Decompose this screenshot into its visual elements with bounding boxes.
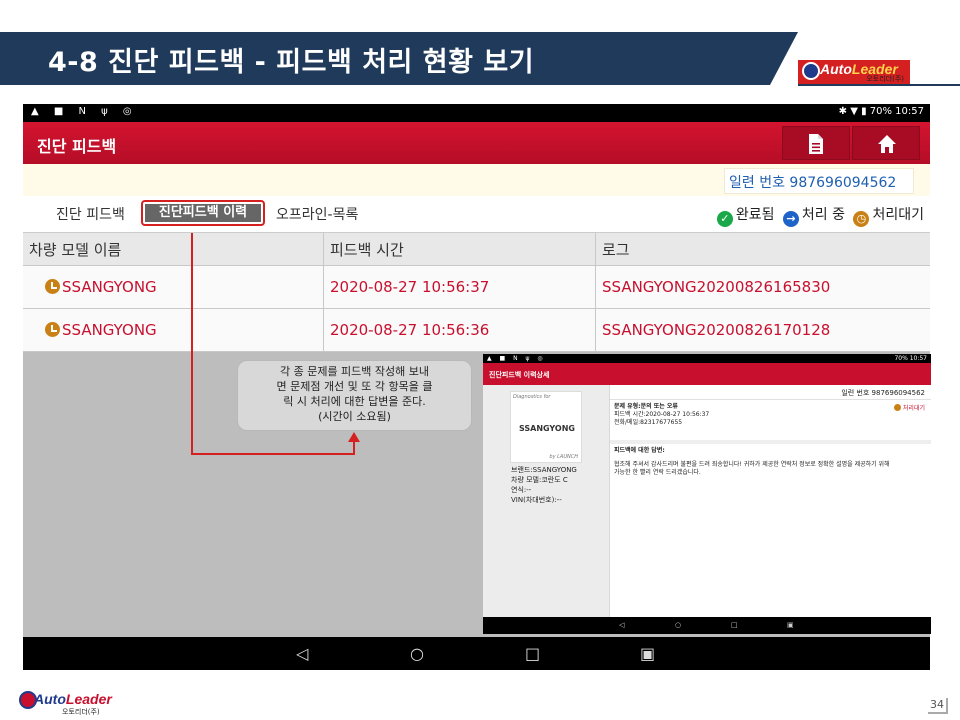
arrow-right-icon: →: [782, 211, 799, 227]
callout-line: (시간이 소요됨): [318, 410, 391, 423]
detail-content: 일련 번호 987696094562 문제 유형:문의 또는 오류 피드백 시간…: [610, 385, 931, 617]
table-row[interactable]: SSANGYONG 2020-08-27 10:56:36 SSANGYONG2…: [23, 309, 930, 352]
back-icon[interactable]: ◁: [296, 644, 308, 663]
clock-icon: [893, 404, 901, 411]
cell-time: 2020-08-27 10:56:36: [324, 309, 596, 351]
status-legend: ✓ 완료됨 → 처리 중 ◷ 처리대기: [713, 204, 924, 227]
clock-icon: [45, 322, 60, 337]
screenshot-icon[interactable]: ▣: [640, 644, 655, 663]
status-icons-left: ▲ ■ N ψ ◎: [31, 106, 138, 117]
detail-battery-time: 70% 10:57: [894, 355, 927, 362]
nav-bar: ◁ ○ □ ▣: [23, 637, 930, 670]
detail-app-bar: 진단피드백 이력상세: [483, 363, 931, 385]
card-diagnostics-label: Diagnostics for: [513, 394, 551, 400]
clock-icon: [45, 279, 60, 294]
logo-subtitle: 오토리더(주): [866, 75, 904, 83]
vehicle-info-line: 브랜드:SSANGYONG: [511, 466, 577, 474]
tab-bar: 진단 피드백 진단피드백 이력 오프라인-목록 ✓ 완료됨 → 처리 중 ◷ 처리대기: [23, 196, 930, 232]
legend-waiting: 처리대기: [872, 207, 924, 223]
tab-offline-list[interactable]: 오프라인-목록: [276, 204, 358, 224]
detail-title: 진단피드백 이력상세: [489, 371, 550, 379]
serial-bar: 일련 번호 987696094562: [23, 164, 930, 196]
detail-vehicle-panel: Diagnostics for SSANGYONG by LAUNCH 브랜드:…: [483, 385, 610, 617]
detail-status-icons: ▲ ■ N ψ ◎: [487, 355, 546, 362]
document-icon: [809, 134, 823, 154]
cell-log: SSANGYONG20200826165830: [602, 278, 831, 296]
cell-log: SSANGYONG20200826170128: [602, 321, 831, 339]
vehicle-info-line: VIN(차대번호):--: [511, 496, 562, 504]
card-by-launch: by LAUNCH: [549, 454, 578, 460]
reply-section: 피드백에 대한 답변: 협조해 주셔서 감사드리며 불편을 드려 죄송합니다! …: [614, 447, 890, 477]
slide-title: 4-8 진단 피드백 - 피드백 처리 현황 보기: [48, 47, 535, 78]
home-nav-icon: ○: [675, 621, 682, 629]
back-icon: ◁: [619, 621, 625, 629]
app-bar: 진단 피드백: [23, 122, 930, 164]
serial-number: 일련 번호 987696094562: [729, 175, 897, 191]
report-button[interactable]: [782, 126, 850, 160]
vehicle-info: 브랜드:SSANGYONG 차량 모델:코란도 C 연식:-- VIN(차대번호…: [511, 465, 577, 505]
reply-text: 협조해 주셔서 감사드리며 불편을 드려 죄송합니다! 귀하가 제공한 연락처 …: [614, 461, 890, 468]
divider: [610, 440, 931, 444]
feedback-table: 차량 모델 이름 피드백 시간 로그 SSANGYONG 2020-08-27 …: [23, 232, 930, 352]
explanation-callout: 각 종 문제를 피드백 작성해 보내 면 문제점 개선 및 또 각 항목을 클 …: [237, 360, 472, 431]
home-nav-icon[interactable]: ○: [410, 644, 424, 663]
reply-title: 피드백에 대한 답변:: [614, 447, 665, 454]
bluetooth-wifi-icons: ✱ ▼ ▮: [838, 106, 870, 117]
battery-time: 70% 10:57: [869, 106, 924, 117]
title-banner-tail: [770, 32, 798, 85]
tab-feedback-history[interactable]: 진단피드백 이력: [141, 200, 265, 226]
home-icon: [878, 135, 896, 153]
cell-model: SSANGYONG: [23, 309, 324, 351]
tab-feedback-history-label: 진단피드백 이력: [145, 204, 261, 222]
detail-status-bar: ▲ ■ N ψ ◎ 70% 10:57: [483, 354, 931, 363]
reply-text: 가능한 한 빨리 연락 드리겠습니다.: [614, 469, 701, 476]
status-icons-right: ✱ ▼ ▮ 70% 10:57: [839, 106, 924, 117]
column-header-log: 로그: [602, 241, 630, 259]
recents-icon: □: [731, 621, 738, 629]
table-row[interactable]: SSANGYONG 2020-08-27 10:56:37 SSANGYONG2…: [23, 266, 930, 309]
cell-model: SSANGYONG: [23, 266, 324, 308]
problem-type: 문제 유형:문의 또는 오류: [614, 403, 678, 410]
column-header-model: 차량 모델 이름: [23, 233, 324, 265]
header-rule: [798, 84, 960, 86]
logo-subtitle: 오토리더(주): [62, 708, 100, 716]
vehicle-info-line: 차량 모델:코란도 C: [511, 476, 568, 484]
screenshot-icon: ▣: [787, 621, 794, 629]
autoleader-logo-top: AutoLeader 오토리더(주): [798, 60, 910, 84]
contact: 전화/메일:82317677655: [614, 419, 683, 426]
callout-line: 면 문제점 개선 및 또 각 항목을 클: [276, 380, 433, 393]
autoleader-logo-bottom: AutoLeader 오토리더(주): [18, 690, 112, 716]
problem-info: 문제 유형:문의 또는 오류 피드백 시간:2020-08-27 10:56:3…: [614, 403, 709, 427]
logo-wordmark: AutoLeader: [34, 691, 112, 707]
vehicle-info-line: 연식:--: [511, 486, 532, 494]
detail-status-badge: 처리대기: [893, 403, 925, 412]
vehicle-card: Diagnostics for SSANGYONG by LAUNCH: [510, 391, 582, 463]
page-number: 34: [928, 698, 948, 714]
serial-number-box: 일련 번호 987696094562: [724, 168, 914, 194]
logo-circle-icon: [802, 62, 820, 80]
callout-line: 릭 시 처리에 대한 답변을 준다.: [283, 395, 426, 408]
app-title: 진단 피드백: [37, 137, 117, 156]
recents-icon[interactable]: □: [525, 644, 540, 663]
feedback-detail-screenshot: ▲ ■ N ψ ◎ 70% 10:57 진단피드백 이력상세 Diagnosti…: [483, 354, 931, 634]
slide: 4-8 진단 피드백 - 피드백 처리 현황 보기 AutoLeader 오토리…: [0, 0, 960, 720]
callout-line: 각 종 문제를 피드백 작성해 보내: [279, 365, 430, 378]
tab-diagnostic-feedback[interactable]: 진단 피드백: [56, 204, 125, 224]
feedback-time: 피드백 시간:2020-08-27 10:56:37: [614, 411, 710, 418]
legend-processing: 처리 중: [801, 207, 846, 223]
legend-done: 완료됨: [735, 207, 775, 223]
column-header-time: 피드백 시간: [324, 233, 596, 265]
clock-icon: ◷: [853, 211, 870, 227]
detail-nav-bar: ◁ ○ □ ▣: [483, 617, 931, 634]
cell-time: 2020-08-27 10:56:37: [324, 266, 596, 308]
status-bar: ▲ ■ N ψ ◎ ✱ ▼ ▮ 70% 10:57: [23, 104, 930, 122]
check-icon: ✓: [716, 211, 733, 227]
detail-serial: 일련 번호 987696094562: [841, 389, 925, 397]
card-brand: SSANGYONG: [518, 424, 575, 433]
table-header-row: 차량 모델 이름 피드백 시간 로그: [23, 232, 930, 266]
divider: [610, 399, 931, 400]
home-button[interactable]: [852, 126, 920, 160]
